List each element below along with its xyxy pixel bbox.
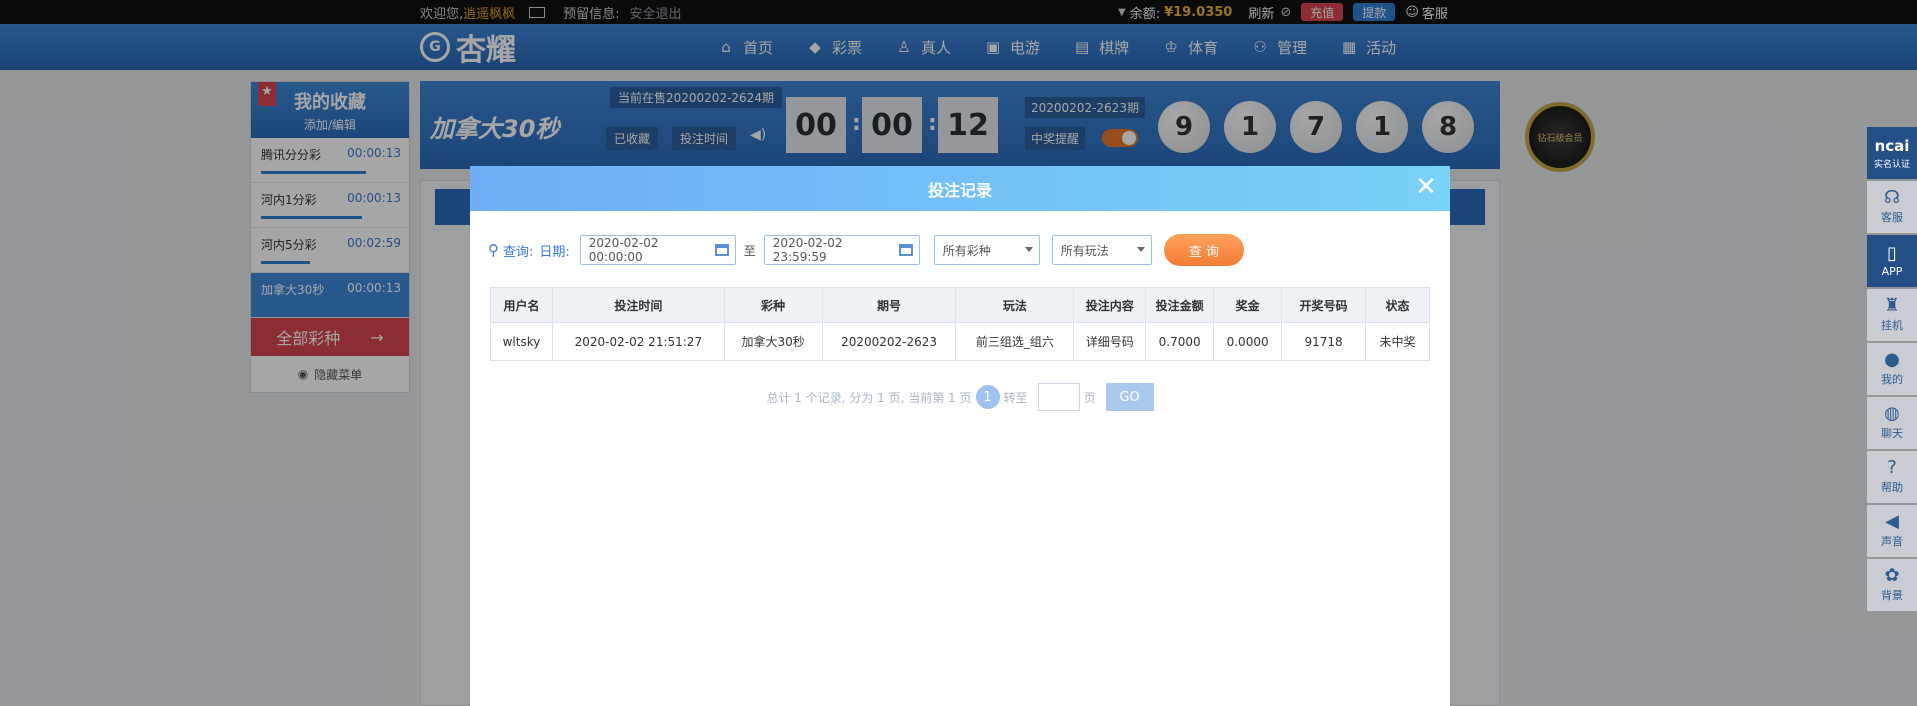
column-header: 投注内容 xyxy=(1073,287,1147,323)
go-button[interactable]: GO xyxy=(1105,383,1154,411)
query-text: 查询: xyxy=(503,244,534,260)
user-icon: ● xyxy=(1884,349,1900,370)
rail-label: APP xyxy=(1881,264,1903,278)
ncai-icon: ncai xyxy=(1874,136,1910,155)
search-icon: ⚲ xyxy=(488,241,499,259)
sound-icon: ◀ xyxy=(1885,511,1899,532)
query-bar: ⚲ 查询: 日期: 2020-02-02 00:00:00 至 2020-02-… xyxy=(488,234,1244,266)
rail-item-service[interactable]: ☊ 客服 xyxy=(1867,181,1917,233)
rail-label: 声音 xyxy=(1881,535,1903,548)
rail-label: 客服 xyxy=(1881,211,1903,224)
column-header: 玩法 xyxy=(955,287,1075,323)
modal-title: 投注记录 xyxy=(927,180,992,200)
calendar-icon[interactable] xyxy=(714,244,729,256)
chevron-down-icon xyxy=(1136,247,1145,252)
phone-icon: ▯ xyxy=(1887,242,1897,264)
help-icon: ? xyxy=(1887,457,1897,478)
calendar-icon[interactable] xyxy=(898,244,913,256)
end-date-input[interactable]: 2020-02-02 23:59:59 xyxy=(763,235,920,265)
rail-label: 我的 xyxy=(1881,373,1903,386)
rail-item-app[interactable]: ▯ APP xyxy=(1867,235,1917,287)
start-date-input[interactable]: 2020-02-02 00:00:00 xyxy=(579,235,736,265)
bet-records-table: 用户名 投注时间 彩种 期号 玩法 投注内容 投注金额 奖金 开奖号码 状态 w… xyxy=(490,287,1430,361)
column-header: 用户名 xyxy=(490,287,553,323)
play-select[interactable]: 所有玩法 xyxy=(1051,235,1152,265)
to-label: 至 xyxy=(743,243,756,258)
rail-item-chat[interactable]: ◍ 聊天 xyxy=(1867,397,1917,449)
rail-item-mine[interactable]: ● 我的 xyxy=(1867,343,1917,395)
table-header-row: 用户名 投注时间 彩种 期号 玩法 投注内容 投注金额 奖金 开奖号码 状态 xyxy=(490,287,1430,323)
rail-item-sound[interactable]: ◀ 声音 xyxy=(1867,505,1917,557)
chat-icon: ◍ xyxy=(1884,403,1900,424)
column-header: 状态 xyxy=(1365,287,1430,323)
rail-label: 挂机 xyxy=(1881,319,1903,332)
pagination: 总计 1 个记录, 分为 1 页, 当前第 1 页 1 转至 页 GO xyxy=(470,383,1450,411)
column-header: 奖金 xyxy=(1213,287,1283,323)
table-row: wltsky 2020-02-02 21:51:27 加拿大30秒 202002… xyxy=(490,322,1430,361)
cell-status: 未中奖 xyxy=(1365,322,1430,361)
cell-prize: 0.0000 xyxy=(1213,322,1283,361)
cell-draw-number: 91718 xyxy=(1281,322,1367,361)
rail-item-background[interactable]: ✿ 背景 xyxy=(1867,559,1917,611)
palette-icon: ✿ xyxy=(1884,565,1900,586)
cell-username: wltsky xyxy=(490,322,553,361)
column-header: 彩种 xyxy=(723,287,823,323)
column-header: 投注金额 xyxy=(1145,287,1215,323)
rail-label: 实名认证 xyxy=(1873,159,1910,170)
start-date-value: 2020-02-02 00:00:00 xyxy=(588,236,659,264)
date-label: 日期: xyxy=(539,244,570,260)
cell-play: 前三组选_组六 xyxy=(955,322,1075,361)
cell-lottery: 加拿大30秒 xyxy=(723,322,823,361)
rail-item-verify[interactable]: ncai 实名认证 xyxy=(1867,127,1917,179)
rail-label: 帮助 xyxy=(1881,481,1903,494)
rail-item-help[interactable]: ? 帮助 xyxy=(1867,451,1917,503)
pager-goto-label: 转至 xyxy=(1003,390,1028,405)
query-button[interactable]: 查 询 xyxy=(1163,234,1244,266)
rail-item-auto[interactable]: ♜ 挂机 xyxy=(1867,289,1917,341)
column-header: 期号 xyxy=(821,287,957,323)
lottery-select[interactable]: 所有彩种 xyxy=(933,235,1040,265)
column-header: 投注时间 xyxy=(551,287,725,323)
close-icon[interactable]: ✕ xyxy=(1412,174,1440,202)
pager-unit-label: 页 xyxy=(1083,390,1096,405)
end-date-value: 2020-02-02 23:59:59 xyxy=(772,236,843,264)
robot-icon: ♜ xyxy=(1883,295,1901,316)
right-rail: ncai 实名认证 ☊ 客服 ▯ APP ♜ 挂机 ● 我的 ◍ 聊天 ? 帮助 ◀ 声音 ✿ 背… xyxy=(1867,127,1917,613)
cell-bet-time: 2020-02-02 21:51:27 xyxy=(551,322,725,361)
query-label: ⚲ 查询: xyxy=(488,241,533,260)
column-header: 开奖号码 xyxy=(1281,287,1367,323)
cell-amount: 0.7000 xyxy=(1145,322,1215,361)
rail-label: 背景 xyxy=(1881,589,1903,602)
cell-issue: 20200202-2623 xyxy=(821,322,957,361)
cell-detail-link[interactable]: 详细号码 xyxy=(1073,322,1147,361)
modal-header: 投注记录 ✕ xyxy=(470,166,1450,211)
chevron-down-icon xyxy=(1024,247,1033,252)
page-jump-input[interactable] xyxy=(1037,383,1080,411)
rail-label: 聊天 xyxy=(1881,427,1903,440)
play-select-value: 所有玩法 xyxy=(1060,243,1109,258)
bet-records-modal: 投注记录 ✕ ⚲ 查询: 日期: 2020-02-02 00:00:00 至 2… xyxy=(470,166,1450,706)
page-number-button[interactable]: 1 xyxy=(975,385,1000,409)
headset-icon: ☊ xyxy=(1884,187,1900,208)
lottery-select-value: 所有彩种 xyxy=(942,243,991,258)
pager-summary: 总计 1 个记录, 分为 1 页, 当前第 1 页 xyxy=(766,390,972,405)
